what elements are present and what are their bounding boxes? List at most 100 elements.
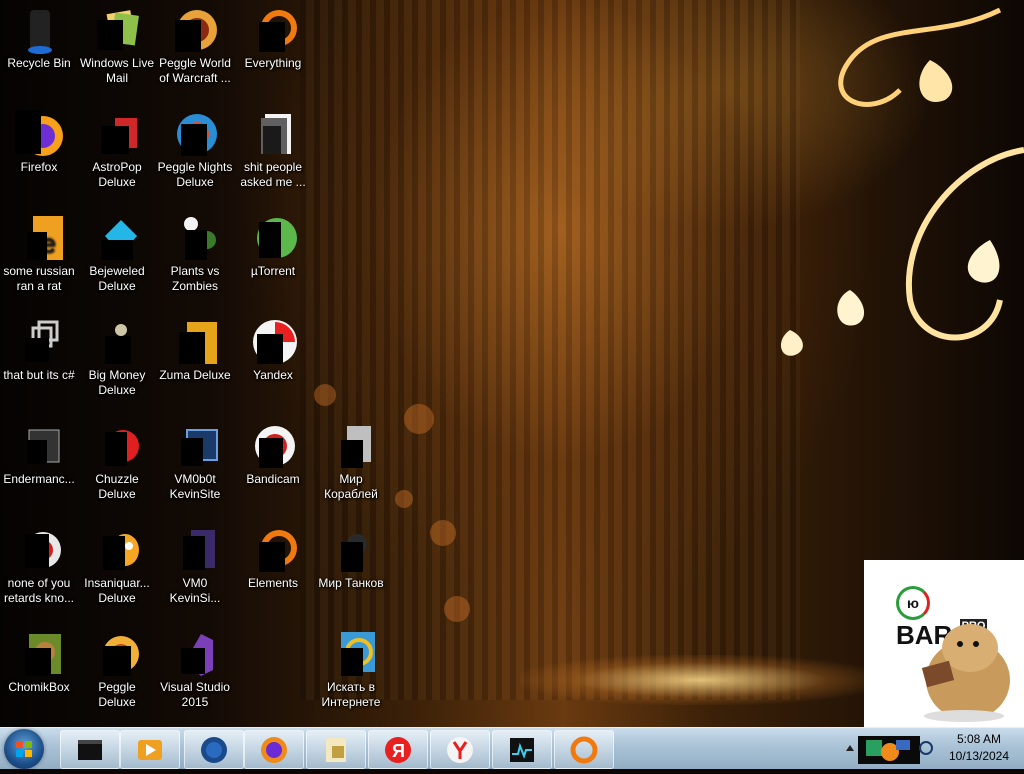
desktop-icon-utorrent[interactable]: µTorrent: [234, 214, 312, 279]
start-button[interactable]: [4, 729, 44, 769]
desktop-icon-firefox[interactable]: Firefox: [0, 110, 78, 175]
wallpaper-bokeh: [404, 404, 434, 434]
desktop-icon-label: shit people asked me ...: [240, 160, 306, 189]
desktop-icon-mir-tankov[interactable]: Мир Танков: [312, 526, 390, 591]
terminal-icon: [78, 740, 102, 760]
globe-tray-icon[interactable]: [918, 740, 934, 756]
everything-icon: [249, 526, 297, 574]
taskbar-media-player[interactable]: [120, 730, 180, 769]
desktop-icon-label: Chuzzle Deluxe: [95, 472, 139, 501]
desktop-icon-everything[interactable]: Everything: [234, 6, 312, 71]
folder-icon: [249, 110, 297, 158]
astropop-icon: [93, 110, 141, 158]
taskbar-yandex-browser[interactable]: [430, 730, 490, 769]
desktop-icon-peggle-nights[interactable]: Peggle Nights Deluxe: [156, 110, 234, 190]
desktop-icon-label: Endermanc...: [3, 472, 75, 486]
desktop-icon-label: Visual Studio 2015: [160, 680, 230, 709]
everything-icon: [249, 6, 297, 54]
desktop-icon-plants-vs-zombies[interactable]: Plants vs Zombies: [156, 214, 234, 294]
wallpaper-bokeh: [314, 384, 336, 406]
desktop-icon-endermanc[interactable]: Endermanc...: [0, 422, 78, 487]
yandex-browser-icon: [249, 318, 297, 366]
desktop-icon-peggle-deluxe[interactable]: Peggle Deluxe: [78, 630, 156, 710]
notepad-icon: [326, 738, 346, 762]
desktop-icon-shit-people-asked[interactable]: shit people asked me ...: [234, 110, 312, 190]
wallpaper-stripes: [300, 0, 800, 700]
mail-icon: [93, 6, 141, 54]
desktop-icon-mir-korabley[interactable]: Мир Кораблей: [312, 422, 390, 502]
desktop-icon-elements[interactable]: Elements: [234, 526, 312, 591]
desktop-icon-vm0b0t-kevinsite[interactable]: VM0b0t KevinSite: [156, 422, 234, 502]
taskbar-firefox[interactable]: [244, 730, 304, 769]
monitor-icon: [510, 738, 534, 762]
taskbar-terminal[interactable]: [60, 730, 120, 769]
firefox-icon: [261, 737, 287, 763]
game-icon: [327, 526, 375, 574]
tray-expand-icon[interactable]: [844, 742, 856, 754]
visual-studio-icon: [171, 630, 219, 678]
desktop-icon-chuzzle[interactable]: Chuzzle Deluxe: [78, 422, 156, 502]
taskbar-globe[interactable]: [184, 730, 244, 769]
desktop-icon-label: Bejeweled Deluxe: [89, 264, 145, 293]
fish-icon: [93, 526, 141, 574]
network-icon[interactable]: [894, 738, 912, 754]
plant-icon: [171, 214, 219, 262]
desktop-icon-label: Yandex: [253, 368, 293, 382]
desktop-icon-yandex[interactable]: Yandex: [234, 318, 312, 383]
desktop-icon-label: that but its c#: [3, 368, 75, 382]
taskbar-monitor[interactable]: [492, 730, 552, 769]
recycle-bin-icon: [15, 6, 63, 54]
desktop-icon-insaniquarium[interactable]: Insaniquar... Deluxe: [78, 526, 156, 606]
desktop-icon-visual-studio[interactable]: Visual Studio 2015: [156, 630, 234, 710]
taskbar-notepad[interactable]: [306, 730, 366, 769]
desktop-icon-label: Zuma Deluxe: [159, 368, 231, 382]
desktop-icon-bandicam[interactable]: Bandicam: [234, 422, 312, 487]
chuzzle-icon: [93, 422, 141, 470]
desktop-icon-label: VM0 KevinSi...: [169, 576, 221, 605]
desktop-icon-label: Peggle Deluxe: [98, 680, 136, 709]
bandicam-icon: [249, 422, 297, 470]
media-player-icon: [138, 740, 162, 760]
desktop-icon-some-russian-ran-a-rat[interactable]: e some russian ran a rat: [0, 214, 78, 294]
taskbar-yandex[interactable]: Я: [368, 730, 428, 769]
desktop-icon-label: µTorrent: [250, 264, 296, 278]
taskbar-everything[interactable]: [554, 730, 614, 769]
firefox-icon: [15, 110, 63, 158]
gem-icon: [93, 214, 141, 262]
desktop-icon-label: Big Money Deluxe: [88, 368, 146, 397]
desktop-icon-windows-live-mail[interactable]: Windows Live Mail: [78, 6, 156, 86]
desktop-icon-zuma-deluxe[interactable]: Zuma Deluxe: [156, 318, 234, 383]
peggle-icon: [93, 630, 141, 678]
desktop-icon-label: Мир Танков: [318, 576, 384, 590]
wallpaper-bokeh: [444, 596, 470, 622]
desktop-icon-label: Bandicam: [246, 472, 300, 486]
desktop-icon-peggle-wow[interactable]: Peggle World of Warcraft ...: [156, 6, 234, 86]
desktop-icon-recycle-bin[interactable]: Recycle Bin: [0, 6, 78, 71]
search-web-icon: [327, 630, 375, 678]
desktop-icon-that-but-its-csharp[interactable]: that but its c#: [0, 318, 78, 383]
desktop-icon-none-of-you[interactable]: none of you retards kno...: [0, 526, 78, 606]
svg-text:Я: Я: [392, 741, 405, 761]
desktop-icon-big-money[interactable]: Big Money Deluxe: [78, 318, 156, 398]
vm-shortcut-icon: [171, 422, 219, 470]
ad-popup[interactable]: юBAR.PRO: [864, 560, 1024, 727]
clock-time: 5:08 AM: [956, 732, 1002, 746]
peggle-icon: [171, 110, 219, 158]
desktop-icon-astropop[interactable]: AstroPop Deluxe: [78, 110, 156, 190]
desktop-icon-label: Recycle Bin: [7, 56, 71, 70]
peggle-icon: [171, 6, 219, 54]
opera-icon: [15, 526, 63, 574]
taskbar: Я: [0, 727, 1024, 769]
windows-logo-icon: [16, 741, 32, 757]
game-icon: [327, 422, 375, 470]
desktop-icon-chomikbox[interactable]: ChomikBox: [0, 630, 78, 695]
document-icon: e: [15, 214, 63, 262]
desktop-icon-label: AstroPop Deluxe: [92, 160, 142, 189]
taskbar-clock[interactable]: 5:08 AM 10/13/2024: [934, 731, 1024, 765]
desktop-icon-search-internet[interactable]: Искать в Интернете: [312, 630, 390, 710]
desktop-icon-bejeweled[interactable]: Bejeweled Deluxe: [78, 214, 156, 294]
desktop-icon-label: Firefox: [20, 160, 58, 174]
desktop-icon-vm0-kevinsi[interactable]: VM0 KevinSi...: [156, 526, 234, 606]
globe-icon: [201, 737, 227, 763]
desktop-icon-label: Elements: [247, 576, 299, 590]
